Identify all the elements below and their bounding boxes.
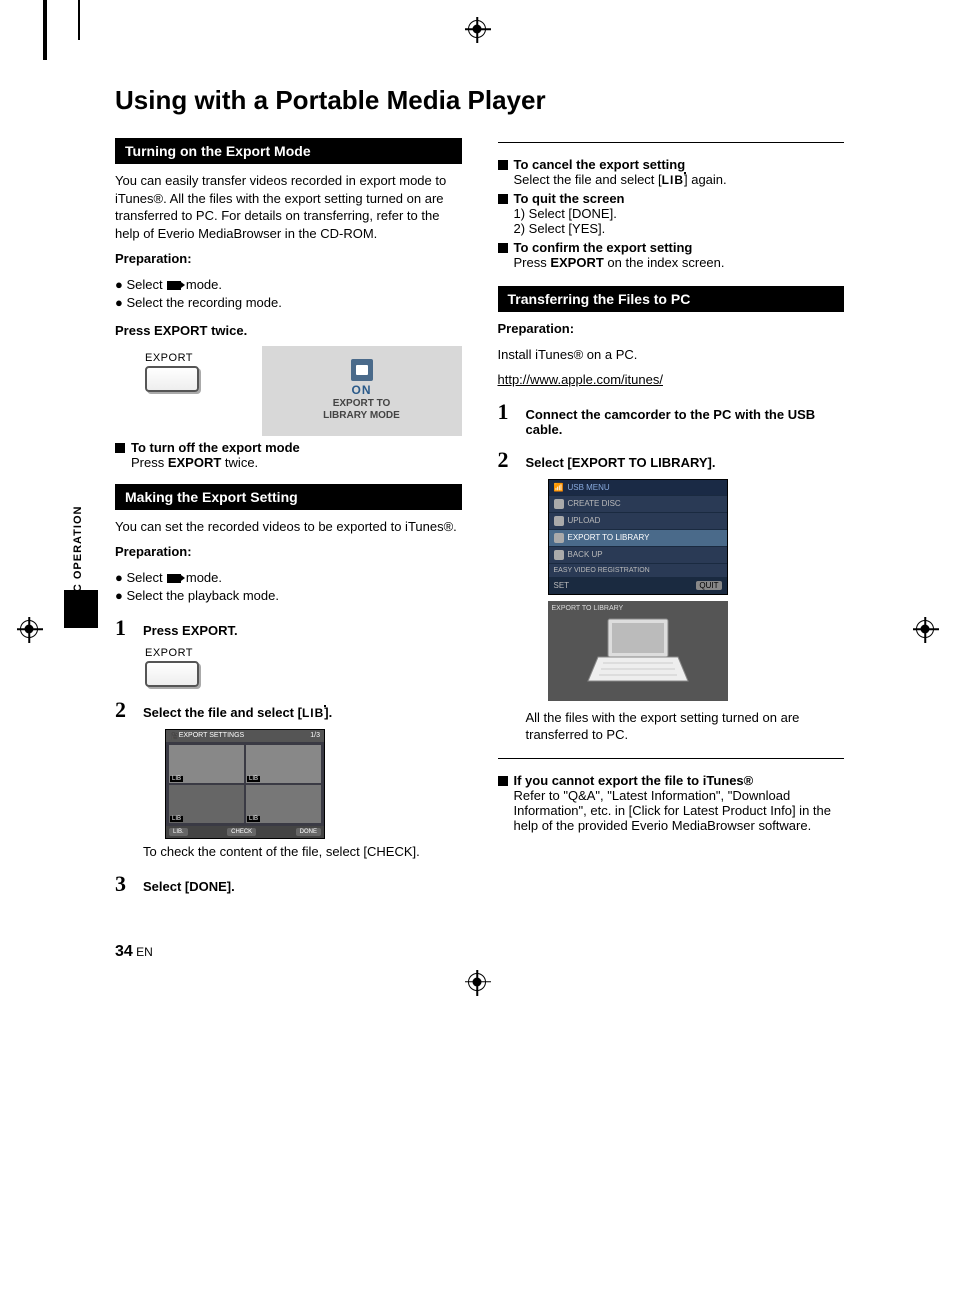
square-bullet-icon bbox=[498, 776, 508, 786]
square-bullet-icon bbox=[115, 443, 125, 453]
note-title: To confirm the export setting bbox=[514, 240, 845, 255]
square-bullet-icon bbox=[498, 160, 508, 170]
list-item: Select mode. bbox=[115, 569, 462, 587]
screen-preview: ON EXPORT TO LIBRARY MODE bbox=[262, 346, 462, 436]
section-heading: Turning on the Export Mode bbox=[115, 138, 462, 164]
step-number: 1 bbox=[498, 399, 516, 425]
step-text: Select [DONE]. bbox=[143, 879, 462, 894]
body-text: You can set the recorded videos to be ex… bbox=[115, 518, 462, 536]
note-body: Press EXPORT on the index screen. bbox=[514, 255, 845, 270]
step-number: 1 bbox=[115, 615, 133, 641]
instruction: Press EXPORT twice. bbox=[115, 322, 462, 340]
step-number: 2 bbox=[498, 447, 516, 473]
square-bullet-icon bbox=[498, 194, 508, 204]
video-mode-icon bbox=[167, 281, 181, 290]
note-title: To turn off the export mode bbox=[131, 440, 462, 455]
laptop-icon bbox=[583, 611, 693, 691]
left-column: Turning on the Export Mode You can easil… bbox=[115, 138, 462, 903]
export-button-diagram: EXPORT bbox=[145, 352, 199, 392]
video-mode-icon bbox=[167, 574, 181, 583]
note-title: To cancel the export setting bbox=[514, 157, 845, 172]
page-title: Using with a Portable Media Player bbox=[115, 85, 844, 116]
bullet-list: Select mode. Select the playback mode. bbox=[115, 569, 462, 605]
preparation-label: Preparation: bbox=[115, 543, 462, 561]
step-text: Select the file and select [LIB]. bbox=[143, 705, 462, 720]
list-item: Select the playback mode. bbox=[115, 587, 462, 605]
itunes-link[interactable]: http://www.apple.com/itunes/ bbox=[498, 372, 663, 387]
step-text: Press EXPORT. bbox=[143, 623, 462, 638]
step-number: 2 bbox=[115, 697, 133, 723]
section-heading: Making the Export Setting bbox=[115, 484, 462, 510]
list-item: Select mode. bbox=[115, 276, 462, 294]
list-item: Select the recording mode. bbox=[115, 294, 462, 312]
library-icon bbox=[351, 359, 373, 381]
body-text: You can easily transfer videos recorded … bbox=[115, 172, 462, 242]
bullet-list: Select mode. Select the recording mode. bbox=[115, 276, 462, 312]
laptop-screenshot: EXPORT TO LIBRARY bbox=[548, 601, 728, 701]
note-body: 1) Select [DONE]. bbox=[514, 206, 845, 221]
step-number: 3 bbox=[115, 871, 133, 897]
note-title: To quit the screen bbox=[514, 191, 845, 206]
note-body: Refer to "Q&A", "Latest Information", "D… bbox=[514, 788, 845, 833]
step-note: All the files with the export setting tu… bbox=[526, 709, 845, 744]
lib-icon: LIB bbox=[302, 706, 324, 720]
page-number: 34 EN bbox=[115, 943, 844, 961]
note-title: If you cannot export the file to iTunes® bbox=[514, 773, 845, 788]
export-button-icon bbox=[145, 661, 199, 687]
preparation-label: Preparation: bbox=[115, 250, 462, 268]
note-body: Press EXPORT twice. bbox=[131, 455, 462, 470]
step-text: Connect the camcorder to the PC with the… bbox=[526, 407, 845, 437]
preparation-label: Preparation: bbox=[498, 320, 845, 338]
export-button-icon bbox=[145, 366, 199, 392]
step-note: To check the content of the file, select… bbox=[143, 843, 462, 861]
note-body: 2) Select [YES]. bbox=[514, 221, 845, 236]
step-text: Select [EXPORT TO LIBRARY]. bbox=[526, 455, 845, 470]
lib-icon: LIB bbox=[662, 173, 684, 187]
note-body: Select the file and select [LIB] again. bbox=[514, 172, 845, 187]
body-text: Install iTunes® on a PC. bbox=[498, 346, 845, 364]
export-button-diagram: EXPORT bbox=[145, 647, 462, 687]
usb-menu-screenshot: 📶USB MENU CREATE DISC UPLOAD EXPORT TO L… bbox=[548, 479, 728, 595]
right-column: To cancel the export setting Select the … bbox=[498, 138, 845, 903]
section-heading: Transferring the Files to PC bbox=[498, 286, 845, 312]
camera-screenshot: 🎥 EXPORT SETTINGS 1/3 LIB.CHECKDONE bbox=[165, 729, 325, 839]
square-bullet-icon bbox=[498, 243, 508, 253]
